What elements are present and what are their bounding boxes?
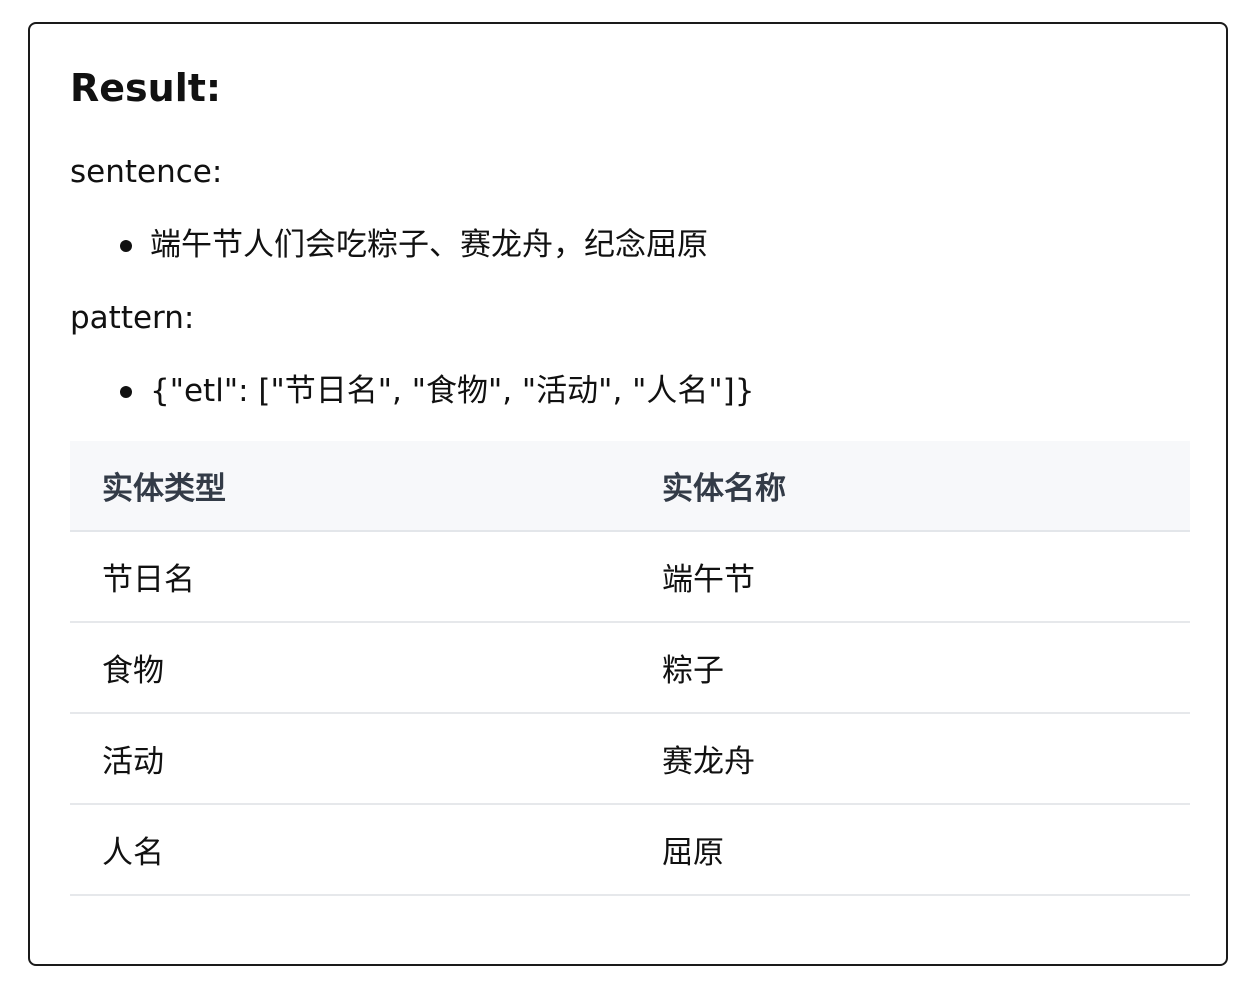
table-header-row: 实体类型 实体名称 <box>70 441 1190 532</box>
entity-name-cell: 屈原 <box>630 804 1190 896</box>
entity-type-cell: 节日名 <box>70 531 630 623</box>
result-title: Result: <box>70 66 222 110</box>
pattern-list: {"etl": ["节日名", "食物", "活动", "人名"]} <box>70 371 754 411</box>
table-row: 活动 赛龙舟 <box>70 713 1190 805</box>
entity-name-cell: 端午节 <box>630 531 1190 623</box>
sentence-label: sentence: <box>70 154 223 190</box>
entity-type-cell: 人名 <box>70 804 630 896</box>
column-header-entity-type: 实体类型 <box>70 441 630 532</box>
sentence-item: 端午节人们会吃粽子、赛龙舟，纪念屈原 <box>70 225 708 265</box>
result-card: Result: sentence: 端午节人们会吃粽子、赛龙舟，纪念屈原 pat… <box>28 22 1228 966</box>
entity-type-cell: 食物 <box>70 622 630 714</box>
pattern-label: pattern: <box>70 300 195 336</box>
entity-table: 实体类型 实体名称 节日名 端午节 食物 粽子 活动 赛龙舟 人名 屈原 <box>70 441 1190 896</box>
table-row: 人名 屈原 <box>70 804 1190 896</box>
entity-name-cell: 赛龙舟 <box>630 713 1190 805</box>
column-header-entity-name: 实体名称 <box>630 441 1190 532</box>
pattern-item: {"etl": ["节日名", "食物", "活动", "人名"]} <box>70 371 754 411</box>
table-row: 节日名 端午节 <box>70 531 1190 623</box>
sentence-list: 端午节人们会吃粽子、赛龙舟，纪念屈原 <box>70 225 708 265</box>
entity-name-cell: 粽子 <box>630 622 1190 714</box>
table-row: 食物 粽子 <box>70 622 1190 714</box>
entity-type-cell: 活动 <box>70 713 630 805</box>
